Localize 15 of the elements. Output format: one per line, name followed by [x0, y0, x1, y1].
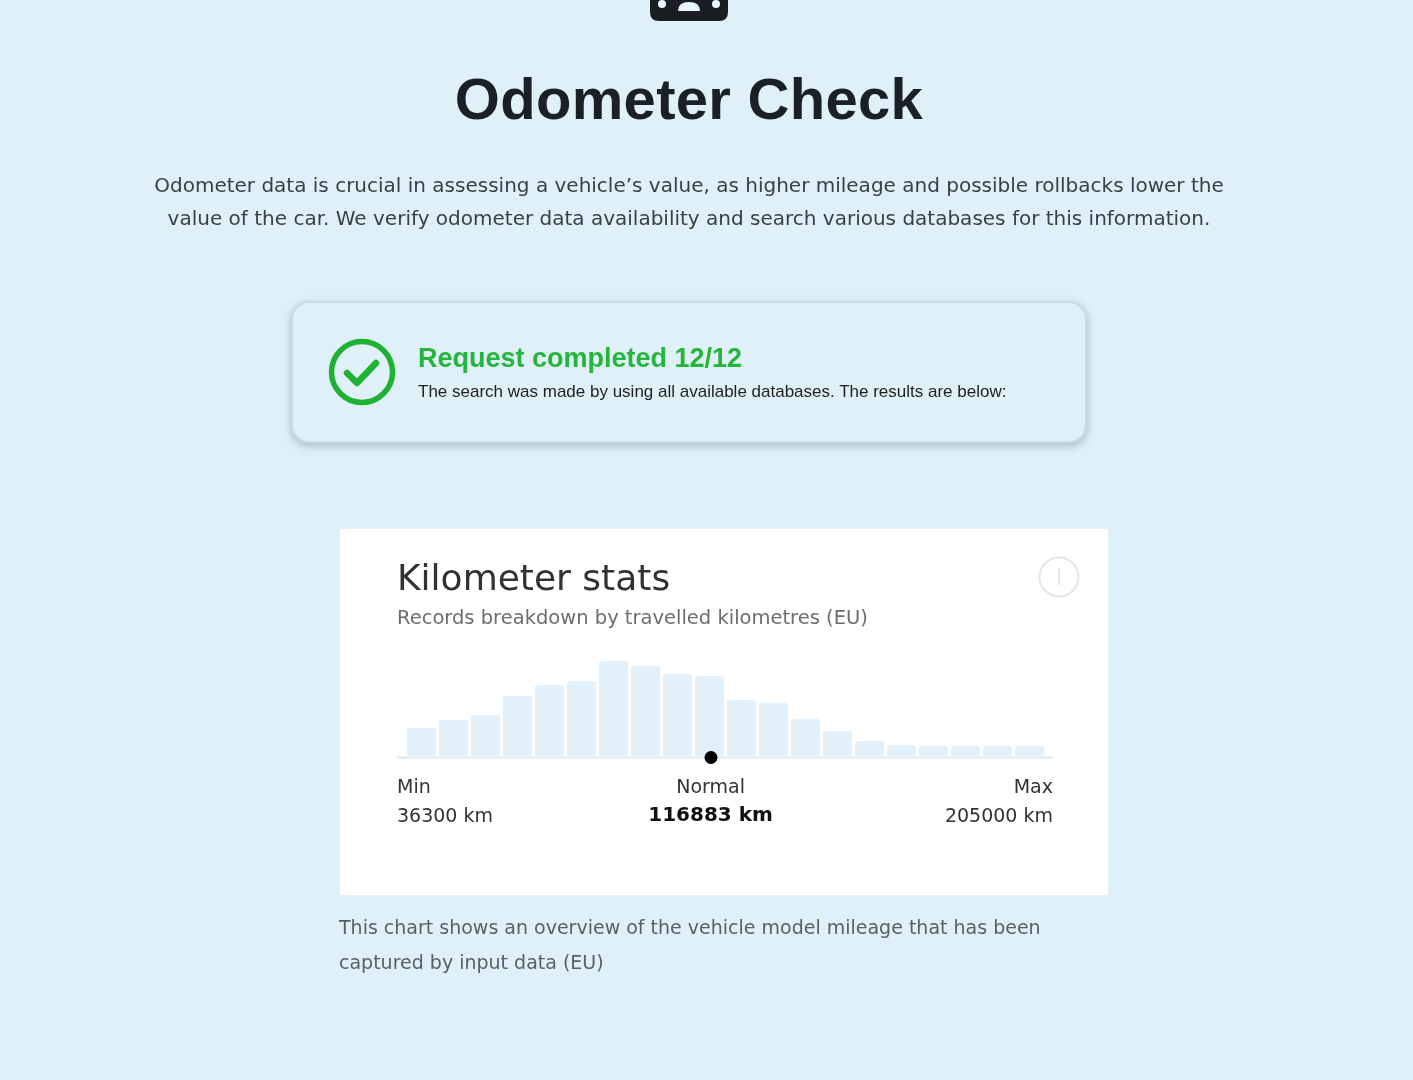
- chart-caption: This chart shows an overview of the vehicle model mileage that has been captured by input data (EU): [339, 915, 1042, 975]
- stats-title: Kilometer stats: [397, 556, 672, 600]
- status-message: The search was made by using all available databases. The results are below:: [418, 380, 1007, 402]
- stat-value: 116883 km: [648, 802, 773, 826]
- info-icon[interactable]: [1038, 556, 1080, 598]
- stat-value: 36300 km: [397, 804, 493, 827]
- description-text: Odometer data is crucial in assessing a vehicle’s value, as higher mileage and possible rollbacks lower the value of the car. We verify odometer data availability and search various databases for this information.: [153, 172, 1225, 232]
- stat-label: Max: [1013, 775, 1053, 798]
- stat-value: 205000 km: [944, 804, 1053, 827]
- page-title: Odometer Check: [454, 65, 924, 133]
- stat-label: Min: [397, 775, 431, 798]
- stats-subtitle: Records breakdown by travelled kilometres (EU): [397, 606, 868, 630]
- check-circle-icon: [328, 338, 396, 406]
- stat-label: Normal: [676, 775, 745, 798]
- status-title: Request completed 12/12: [418, 342, 744, 374]
